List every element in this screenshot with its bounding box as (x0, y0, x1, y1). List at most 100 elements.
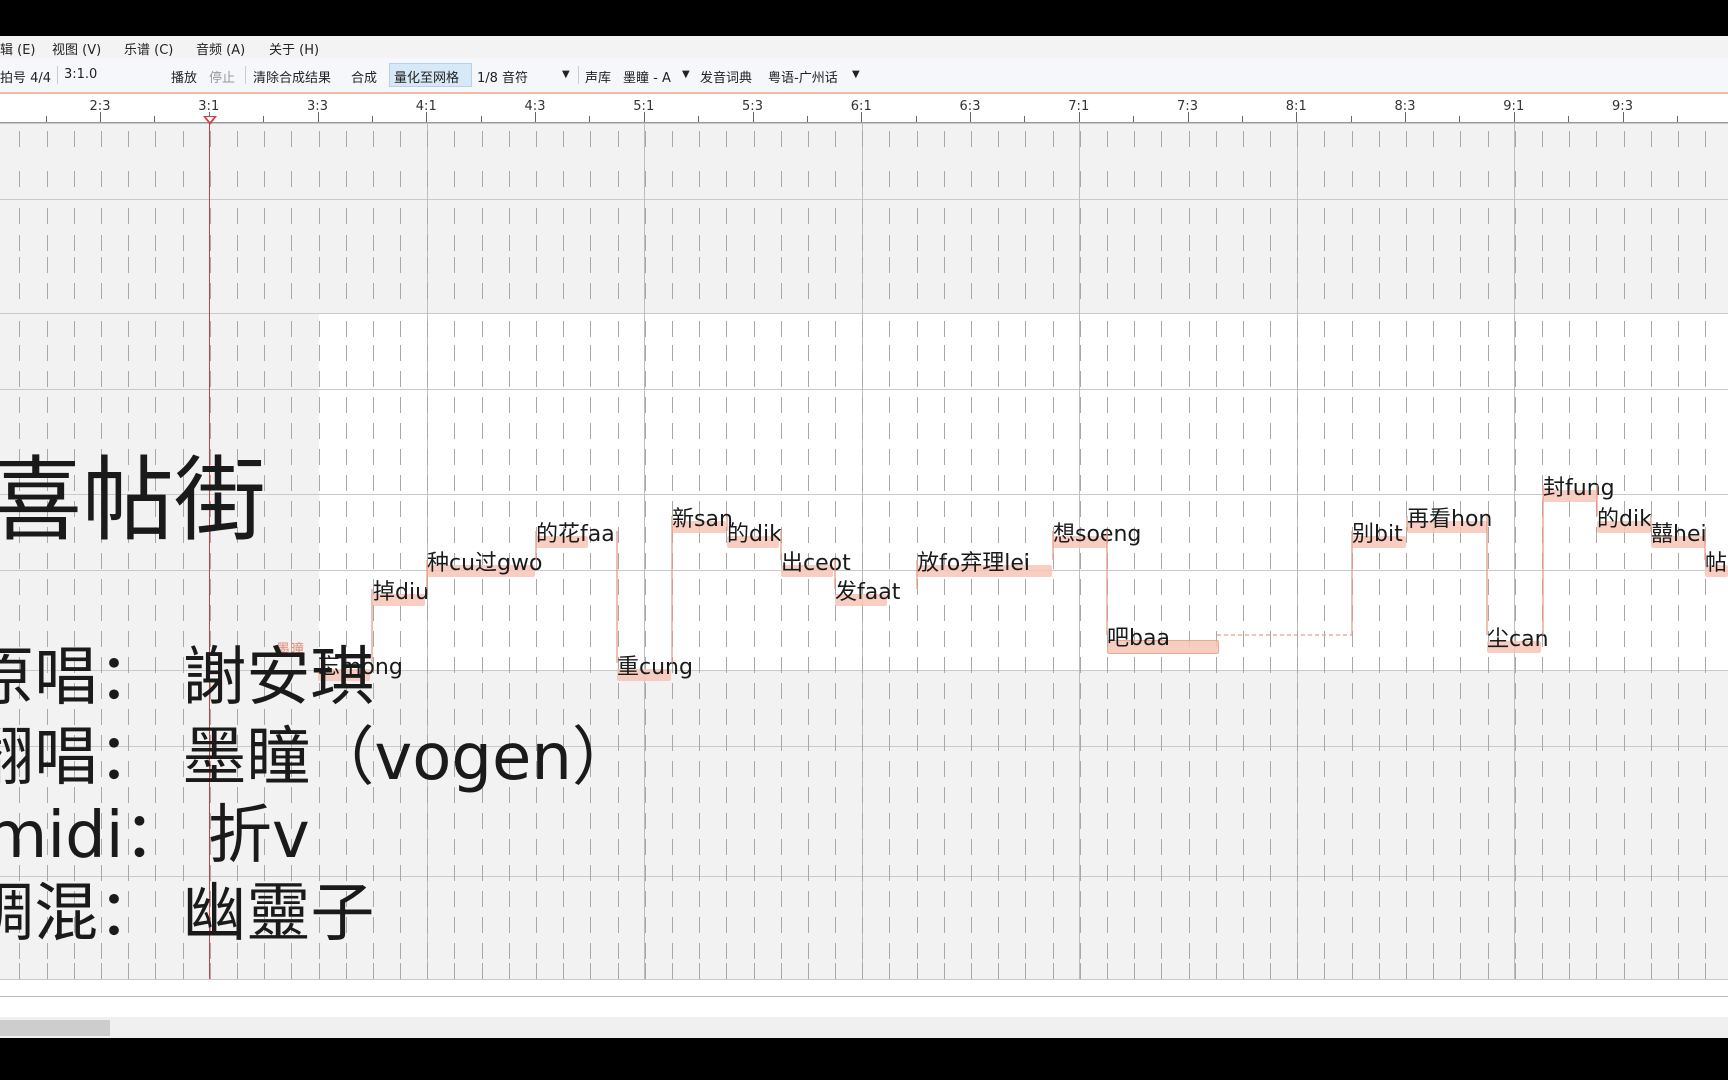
grid-tick (1569, 813, 1570, 829)
grid-tick (74, 171, 75, 187)
menu-score[interactable]: 乐谱 (C) (124, 39, 173, 58)
grid-tick (536, 865, 537, 881)
grid-tick (319, 963, 320, 979)
time-signature[interactable]: 拍号 4/4 (0, 67, 51, 86)
grid-tick (509, 501, 510, 517)
grid-tick (645, 345, 646, 361)
grid-tick (1678, 397, 1679, 413)
play-button[interactable]: 播放 (171, 67, 197, 86)
grid-tick (1515, 257, 1516, 273)
grid-tick (1107, 839, 1108, 855)
menu-audio[interactable]: 音频 (A) (196, 39, 245, 58)
note[interactable]: 重cung (617, 649, 693, 681)
clear-synthesis-button[interactable]: 清除合成结果 (253, 67, 331, 86)
note[interactable]: 的花faa (536, 516, 615, 548)
grid-tick (1134, 943, 1135, 959)
playhead-marker-icon[interactable] (203, 116, 217, 125)
grid-tick (889, 171, 890, 187)
grid-tick (1053, 321, 1054, 337)
note[interactable]: 出ceot (781, 545, 851, 577)
grid-tick (536, 283, 537, 299)
grid-tick (917, 397, 918, 413)
note[interactable]: 种cu过gwo (427, 545, 542, 577)
position-field[interactable]: 3:1.0 (64, 67, 97, 82)
grid-tick (509, 813, 510, 829)
timeline-ruler[interactable]: 2:3 3:1 3:3 4:1 4:3 5:1 5:3 6:1 6:3 7:1 7:3 8:1 8:3 9… (0, 94, 1728, 123)
synthesize-button[interactable]: 合成 (351, 67, 377, 86)
ruler-tick (1133, 116, 1135, 122)
note[interactable]: 想soeng (1053, 516, 1141, 548)
chevron-down-icon[interactable]: ▼ (562, 69, 570, 80)
note[interactable]: 再看hon (1407, 501, 1492, 533)
grid-tick (1243, 709, 1244, 725)
grid-tick (1270, 283, 1271, 299)
grid-tick (862, 449, 863, 465)
grid-tick (944, 283, 945, 299)
menu-edit[interactable]: 辑 (E) (0, 39, 36, 58)
grid-tick (1596, 397, 1597, 413)
grid-tick (563, 321, 564, 337)
grid-tick (1053, 423, 1054, 439)
grid-tick (645, 553, 646, 569)
grid-tick (1596, 605, 1597, 621)
grid-tick (536, 345, 537, 361)
grid-tick (1651, 963, 1652, 979)
grid-tick (1433, 579, 1434, 595)
grid-select[interactable]: 1/8 音符 (477, 67, 528, 86)
note[interactable]: 的dik (727, 516, 782, 548)
grid-tick (1270, 891, 1271, 907)
grid-tick (237, 171, 238, 187)
grid-tick (1651, 397, 1652, 413)
note[interactable]: 掉diu (373, 574, 429, 606)
grid-tick (862, 735, 863, 751)
grid-tick (1651, 605, 1652, 621)
grid-tick (590, 605, 591, 621)
grid-tick (835, 171, 836, 187)
menu-about[interactable]: 关于 (H) (269, 39, 319, 58)
menu-bar: 辑 (E) 视图 (V) 乐谱 (C) 音频 (A) 关于 (H) (0, 36, 1728, 58)
chevron-down-icon[interactable]: ▼ (682, 69, 690, 80)
grid-tick (1542, 501, 1543, 517)
note[interactable]: 帖 (1705, 545, 1728, 577)
grid-tick (210, 371, 211, 387)
grid-tick (1107, 787, 1108, 803)
note[interactable]: 放fo弃理lei (917, 545, 1052, 577)
menu-view[interactable]: 视图 (V) (52, 39, 101, 58)
grid-tick (754, 631, 755, 647)
note[interactable]: 别bit (1352, 516, 1406, 548)
scrollbar-thumb[interactable] (0, 1020, 110, 1036)
grid-tick (862, 171, 863, 187)
grid-tick (1053, 891, 1054, 907)
grid-tick (210, 131, 211, 147)
grid-tick (645, 208, 646, 224)
separator (57, 66, 58, 84)
note[interactable]: 发faat (835, 574, 900, 606)
grid-tick (1270, 475, 1271, 491)
grid-tick (672, 917, 673, 933)
grid-tick (1542, 787, 1543, 803)
grid-tick (454, 683, 455, 699)
grid-tick (1352, 321, 1353, 337)
grid-tick (74, 605, 75, 621)
grid-tick (1243, 787, 1244, 803)
grid-tick (808, 449, 809, 465)
dictionary-select[interactable]: 粤语-广州话 (768, 67, 838, 86)
stop-button[interactable]: 停止 (209, 67, 235, 86)
note[interactable]: 封fung (1543, 470, 1615, 502)
note[interactable]: 囍hei (1651, 516, 1707, 548)
grid-tick (1324, 423, 1325, 439)
grid-tick (1569, 891, 1570, 907)
note[interactable]: 的dik (1597, 501, 1652, 533)
grid-tick (726, 735, 727, 751)
grid-tick (645, 917, 646, 933)
note[interactable]: 尘can (1487, 621, 1549, 653)
grid-tick (1379, 257, 1380, 273)
grid-tick (618, 171, 619, 187)
voicebank-select[interactable]: 墨瞳 - A (623, 67, 671, 86)
chevron-down-icon[interactable]: ▼ (852, 69, 860, 80)
horizontal-scrollbar[interactable] (0, 1017, 1728, 1038)
grid-tick (1488, 943, 1489, 959)
note[interactable]: 吧baa (1107, 620, 1219, 654)
note[interactable]: 新san (672, 501, 733, 533)
grid-tick (264, 579, 265, 595)
